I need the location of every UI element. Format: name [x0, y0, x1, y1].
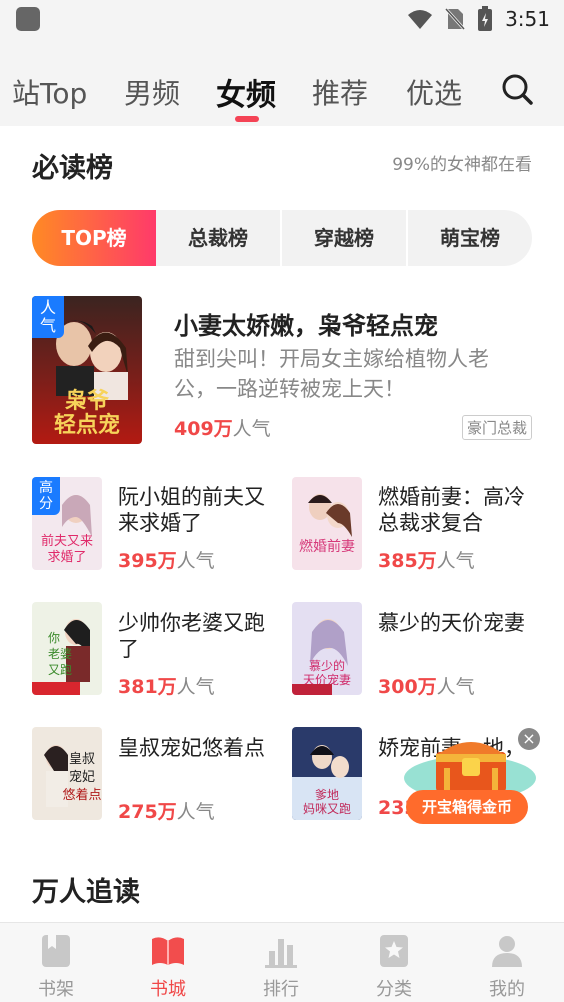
svg-text:又跑: 又跑: [48, 663, 72, 677]
book-cover[interactable]: 慕少的 天价宠妻: [292, 602, 362, 695]
hero-book-title[interactable]: 小妻太娇嫩，枭爷轻点宠: [174, 306, 438, 341]
chip-time-travel[interactable]: 穿越榜: [282, 210, 406, 266]
book-cover[interactable]: 你老婆 又跑: [32, 602, 102, 695]
high-score-badge: 高分: [32, 477, 60, 515]
popularity-badge: 人气: [32, 296, 64, 338]
svg-text:前夫又来: 前夫又来: [41, 533, 93, 549]
book-cover[interactable]: 爹地 妈咪又跑: [292, 727, 362, 820]
hero-book-description: 甜到尖叫！开局女主嫁给植物人老公，一路逆转被宠上天！: [174, 347, 489, 401]
nav-category[interactable]: 分类: [338, 923, 450, 1002]
hero-book-cover[interactable]: 枭爷 轻点宠 人气: [32, 296, 142, 444]
tab-top[interactable]: 站Top: [12, 72, 87, 112]
book-cover[interactable]: 燃婚前妻: [292, 477, 362, 570]
chip-ceo[interactable]: 总裁榜: [156, 210, 280, 266]
nav-label: 我的: [489, 979, 525, 1000]
active-tab-indicator: [235, 116, 259, 122]
tab-male[interactable]: 男频: [124, 72, 180, 112]
section-title: 必读榜: [32, 153, 113, 184]
bottom-navigation: 书架 书城 排行 分类 我的: [0, 922, 564, 1002]
bookstore-icon: [152, 937, 184, 965]
ranking-chips: TOP榜 总裁榜 穿越榜 萌宝榜: [32, 210, 532, 266]
clock: 3:51: [505, 7, 550, 31]
battery-icon: [478, 6, 493, 31]
bookshelf-icon: [42, 935, 70, 967]
svg-text:慕少的: 慕少的: [309, 658, 345, 673]
tab-recommend[interactable]: 推荐: [312, 72, 368, 112]
tab-female[interactable]: 女频: [216, 70, 276, 114]
section-subtitle: 99%的女神都在看: [392, 155, 532, 175]
book-popularity: 385万人气: [378, 550, 475, 572]
book-title[interactable]: 皇叔宠妃悠着点: [118, 735, 278, 761]
ranking-icon: [265, 939, 297, 968]
svg-text:燃婚前妻: 燃婚前妻: [299, 538, 355, 555]
section-title-2: 万人追读: [32, 877, 140, 908]
wifi-icon: [408, 10, 433, 29]
genre-tag: 豪门总裁: [462, 415, 533, 440]
book-cover[interactable]: 皇叔 宠妃 悠着点: [32, 727, 102, 820]
nav-label: 排行: [263, 979, 299, 1000]
svg-text:皇叔: 皇叔: [69, 752, 95, 767]
book-title[interactable]: 少帅你老婆又跑了: [118, 610, 278, 662]
svg-text:你: 你: [48, 631, 60, 645]
svg-text:妈咪又跑: 妈咪又跑: [303, 802, 351, 816]
nav-label: 书城: [150, 979, 186, 1000]
nav-label: 书架: [38, 979, 74, 1000]
search-icon[interactable]: [500, 72, 534, 106]
nav-bookstore[interactable]: 书城: [112, 923, 224, 1002]
nav-bookshelf[interactable]: 书架: [0, 923, 112, 1002]
tab-featured[interactable]: 优选: [406, 72, 462, 112]
book-popularity: 395万人气: [118, 550, 215, 572]
category-icon: [380, 935, 408, 967]
book-title[interactable]: 燃婚前妻：高冷总裁求复合: [378, 484, 538, 536]
status-bar: 3:51: [0, 0, 564, 40]
svg-text:爹地: 爹地: [315, 788, 339, 802]
top-tabs: 站Top 男频 女频 推荐 优选: [0, 56, 564, 126]
svg-text:求婚了: 求婚了: [47, 550, 86, 565]
book-title[interactable]: 阮小姐的前夫又来求婚了: [118, 484, 278, 536]
svg-text:宠妃: 宠妃: [69, 769, 95, 785]
nav-label: 分类: [376, 979, 412, 1000]
hero-popularity: 409万人气: [174, 418, 271, 440]
profile-icon: [492, 936, 522, 967]
book-popularity: 300万人气: [378, 676, 475, 698]
chip-cute-baby[interactable]: 萌宝榜: [408, 210, 532, 266]
svg-text:轻点宠: 轻点宠: [54, 412, 120, 438]
chip-top[interactable]: TOP榜: [32, 210, 156, 266]
book-popularity: 275万人气: [118, 801, 215, 823]
book-popularity: 381万人气: [118, 676, 215, 698]
open-treasure-button[interactable]: 开宝箱得金币: [406, 790, 528, 824]
book-title[interactable]: 慕少的天价宠妻: [378, 610, 538, 636]
nav-ranking[interactable]: 排行: [225, 923, 337, 1002]
nav-profile[interactable]: 我的: [451, 923, 563, 1002]
close-icon[interactable]: ×: [518, 728, 540, 750]
svg-text:悠着点: 悠着点: [62, 787, 101, 803]
svg-text:老婆: 老婆: [48, 647, 72, 661]
app-notification-icon: [16, 7, 40, 31]
no-sim-icon: [445, 7, 466, 31]
svg-text:枭爷: 枭爷: [64, 388, 110, 414]
book-cover[interactable]: 前夫又来 求婚了 高分: [32, 477, 102, 570]
